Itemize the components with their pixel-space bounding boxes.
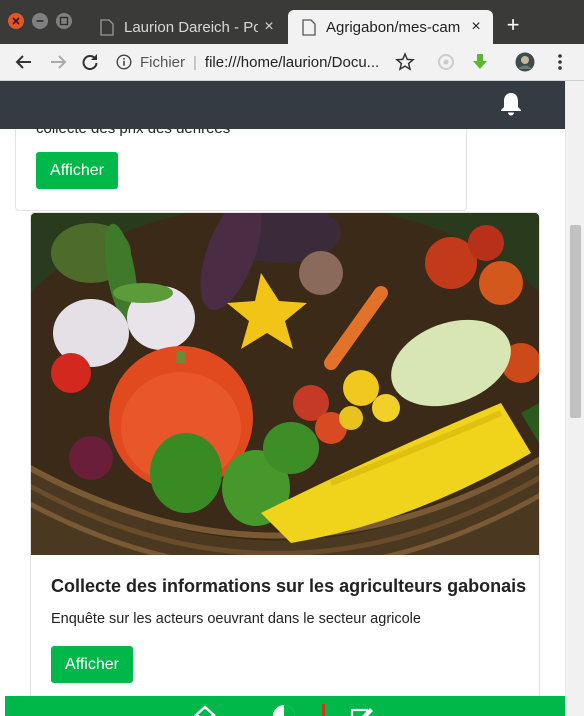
page-viewport: collecte des prix des denrées Afficher [0, 81, 584, 716]
active-indicator [322, 704, 325, 716]
card-title: Collecte des informations sur les agricu… [51, 576, 527, 596]
menu-icon[interactable] [550, 52, 570, 72]
url-text[interactable]: file:///home/laurion/Docu... [205, 54, 385, 71]
tab-title: Agrigabon/mes-cam [326, 18, 461, 36]
survey-card-agriculteurs: Collecte des informations sur les agricu… [30, 212, 540, 716]
browser-tab-bar: Laurion Dareich - Po × Agrigabon/mes-cam… [0, 0, 584, 44]
scheme-label: Fichier [140, 53, 186, 71]
card-description: Enquête sur les acteurs oeuvrant dans le… [51, 611, 421, 627]
page-scrollbar[interactable] [565, 81, 584, 716]
bottom-navbar [5, 696, 565, 716]
pie-chart-icon[interactable] [272, 704, 296, 716]
back-icon[interactable] [14, 52, 34, 72]
afficher-button[interactable]: Afficher [36, 152, 118, 189]
bell-icon[interactable] [499, 91, 523, 117]
tab-agrigabon[interactable]: Agrigabon/mes-cam × [288, 10, 493, 44]
browser-toolbar: Fichier | file:///home/laurion/Docu... [0, 44, 584, 81]
extension-icon[interactable] [436, 52, 456, 72]
address-bar[interactable]: Fichier | file:///home/laurion/Docu... [116, 48, 436, 76]
profile-avatar[interactable] [515, 52, 535, 72]
window-minimize-button[interactable] [32, 13, 48, 29]
omnibox-separator: | [193, 53, 197, 71]
minimize-icon [36, 20, 44, 22]
download-icon[interactable] [470, 52, 490, 72]
home-icon[interactable] [193, 704, 217, 716]
afficher-button[interactable]: Afficher [51, 646, 133, 683]
page-icon [100, 18, 114, 36]
edit-icon[interactable] [350, 704, 374, 716]
star-icon[interactable] [395, 52, 415, 72]
tab-title: Laurion Dareich - Po [124, 18, 258, 36]
new-tab-button[interactable]: + [502, 14, 524, 36]
page-icon [302, 18, 316, 36]
window-close-button[interactable] [8, 13, 24, 29]
vegetable-basket-image [31, 213, 539, 555]
scrollbar-thumb[interactable] [570, 225, 581, 418]
window-maximize-button[interactable] [56, 13, 72, 29]
app-navbar [0, 81, 565, 129]
vegetable-basket-photo [31, 213, 539, 555]
tab-close-button[interactable]: × [258, 18, 280, 36]
maximize-icon [59, 16, 69, 26]
close-icon [12, 17, 20, 25]
info-icon[interactable] [116, 54, 132, 70]
tab-close-button[interactable]: × [465, 18, 487, 36]
tab-laurion-dareich[interactable]: Laurion Dareich - Po × [86, 10, 286, 44]
reload-icon[interactable] [80, 52, 100, 72]
forward-icon[interactable] [48, 52, 68, 72]
